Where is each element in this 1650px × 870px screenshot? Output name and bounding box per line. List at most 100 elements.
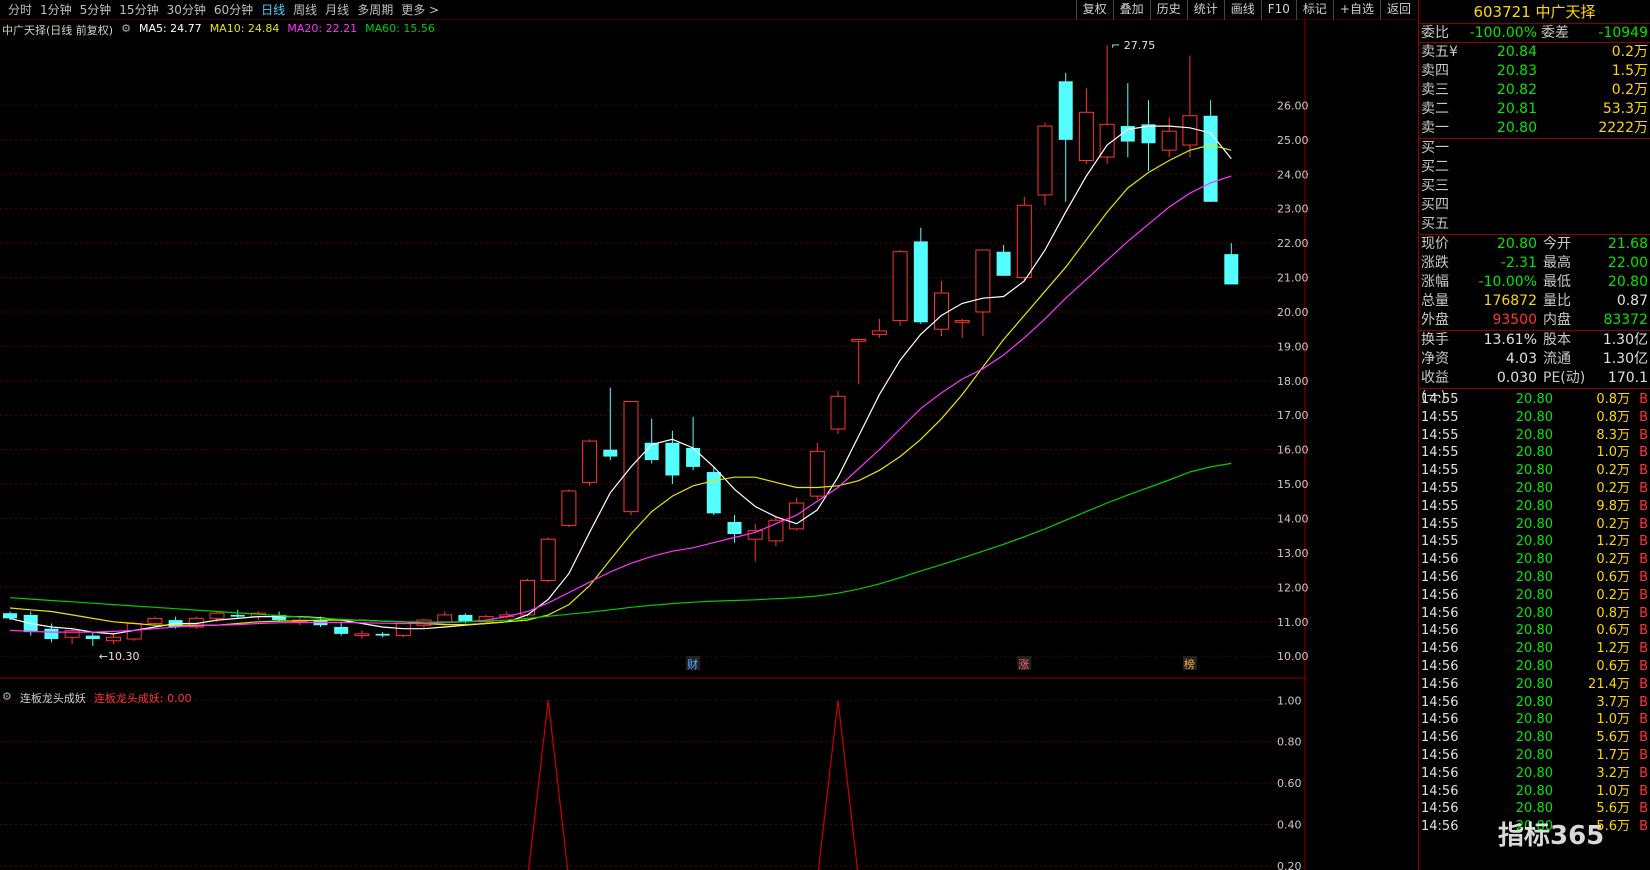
toolbar-button[interactable]: 画线 [1223, 0, 1261, 20]
tick-flag: B [1639, 712, 1648, 728]
candle-body [975, 249, 991, 313]
candle-up [395, 621, 411, 638]
ask-label: 卖五¥ [1421, 43, 1467, 62]
toolbar-button[interactable]: +自选 [1332, 0, 1380, 20]
tick-price: 20.80 [1515, 765, 1553, 781]
candle-body [540, 538, 556, 581]
candle-body [1037, 125, 1053, 196]
tick-volume: 1.0万 [1596, 445, 1630, 461]
indicator-y-label: 0.40 [1277, 818, 1302, 831]
tick-volume: 1.0万 [1596, 783, 1630, 799]
period-tab[interactable]: 更多 > [397, 2, 443, 18]
legend-gear-icon[interactable]: ⚙ [121, 22, 131, 38]
tick-price: 20.80 [1515, 409, 1553, 425]
period-tab[interactable]: 15分钟 [115, 2, 162, 18]
candle-down [603, 387, 618, 460]
tick-price: 20.80 [1515, 676, 1553, 692]
candle-up [1037, 122, 1053, 206]
stat-row: 现价 20.80 今开 21.68 [1419, 235, 1650, 254]
tick-row: 14:56 20.80 1.0万 B [1419, 783, 1650, 801]
toolbar-button[interactable]: 统计 [1186, 0, 1224, 20]
candle-down [644, 418, 659, 464]
tick-price: 20.80 [1515, 587, 1553, 603]
tick-row: 14:55 20.80 1.2万 B [1419, 533, 1650, 551]
stat-value: 1.30亿 [1602, 351, 1648, 367]
toolbar-button[interactable]: 返回 [1379, 0, 1417, 20]
tick-list[interactable]: 14:55 20.80 0.8万 B 14:55 20.80 0.8万 B 14:55 20.80… [1419, 388, 1650, 836]
bid-row: 买一 [1419, 139, 1650, 158]
tick-price: 20.80 [1515, 658, 1553, 674]
period-tab[interactable]: 日线 [257, 2, 289, 18]
period-tab[interactable]: 5分钟 [76, 2, 116, 18]
weicha-label: 委差 [1541, 25, 1569, 41]
ask-label: 卖一 [1421, 119, 1467, 138]
tick-time: 14:55 [1421, 409, 1459, 425]
tick-time: 14:56 [1421, 747, 1459, 763]
tick-volume: 0.2万 [1596, 552, 1630, 568]
stat-value: 20.80 [1496, 236, 1537, 252]
candle-down [375, 632, 390, 638]
period-tab[interactable]: 30分钟 [163, 2, 210, 18]
candle-up [561, 489, 577, 528]
tick-volume: 0.8万 [1596, 409, 1630, 425]
yen-icon: ¥ [1449, 44, 1458, 60]
period-tab[interactable]: 月线 [321, 2, 353, 18]
tick-price: 20.80 [1515, 516, 1553, 532]
candle-body [458, 614, 473, 622]
tick-row: 14:56 20.80 0.8万 B [1419, 605, 1650, 623]
y-tick-label: 17.00 [1277, 409, 1309, 422]
period-tab[interactable]: 多周期 [353, 2, 397, 18]
tick-price: 20.80 [1515, 463, 1553, 479]
tick-volume: 0.2万 [1596, 480, 1630, 496]
stat-value: 176872 [1483, 293, 1537, 309]
period-tab[interactable]: 周线 [289, 2, 321, 18]
tick-volume: 9.8万 [1596, 498, 1630, 514]
tick-volume: 3.7万 [1596, 694, 1630, 710]
tick-price: 20.80 [1515, 694, 1553, 710]
ask-label: 卖三 [1421, 81, 1467, 100]
stat-label: 收益(一) [1421, 370, 1449, 405]
bid-label: 买三 [1421, 178, 1449, 194]
indicator-gear-icon[interactable]: ⚙ [2, 690, 12, 706]
tick-volume: 0.2万 [1596, 587, 1630, 603]
ask-label-text: 卖二 [1421, 101, 1449, 117]
y-tick-label: 26.00 [1277, 99, 1309, 112]
toolbar-button[interactable]: 复权 [1075, 0, 1113, 20]
period-tab[interactable]: 1分钟 [36, 2, 76, 18]
candle-down [1141, 100, 1156, 171]
candle-up [1161, 117, 1177, 158]
tick-time: 14:55 [1421, 392, 1459, 407]
toolbar-button[interactable]: 标记 [1295, 0, 1333, 20]
candle-up [106, 633, 121, 645]
kline-chart[interactable]: 26.00 25.00 24.00 23.00 22.00 21.00 20.00 19.00… [0, 20, 1417, 870]
y-tick-label: 12.00 [1277, 581, 1309, 594]
stat-value: 22.00 [1607, 255, 1648, 271]
tick-price: 20.80 [1515, 605, 1553, 621]
stat-row: 总量 176872 量比 0.87 [1419, 292, 1650, 311]
tick-price: 20.80 [1515, 427, 1553, 443]
tick-time: 14:56 [1421, 730, 1459, 746]
candle-up [1078, 88, 1094, 164]
candle-up [623, 400, 639, 516]
toolbar-button[interactable]: F10 [1260, 0, 1296, 20]
tick-volume: 1.2万 [1596, 534, 1630, 550]
tick-volume: 0.8万 [1596, 392, 1630, 407]
stats-block-2: 换手 13.61% 股本 1.30亿 净资 4.03 流通 1.30亿 收益(一) 0.030 PE… [1419, 330, 1650, 405]
toolbar-button[interactable]: 历史 [1149, 0, 1187, 20]
period-tab[interactable]: 60分钟 [210, 2, 257, 18]
candle-body [1078, 111, 1094, 161]
stat-row: 涨幅 -10.00% 最低 20.80 [1419, 273, 1650, 292]
stat-value: 21.68 [1607, 236, 1648, 252]
stat-value: 1.30亿 [1602, 332, 1648, 348]
toolbar-button[interactable]: 叠加 [1112, 0, 1150, 20]
tick-row: 14:56 20.80 0.6万 B [1419, 622, 1650, 640]
tick-flag: B [1639, 552, 1648, 568]
tick-time: 14:56 [1421, 783, 1459, 799]
bid-row: 买五 [1419, 215, 1650, 234]
y-tick-label: 25.00 [1277, 134, 1309, 147]
tick-row: 14:56 20.80 3.2万 B [1419, 765, 1650, 783]
indicator-y-label: 0.60 [1277, 777, 1302, 790]
stock-header: 603721 中广天择 [1419, 0, 1650, 24]
period-tab[interactable]: 分时 [4, 2, 36, 18]
candle-up [582, 439, 598, 486]
